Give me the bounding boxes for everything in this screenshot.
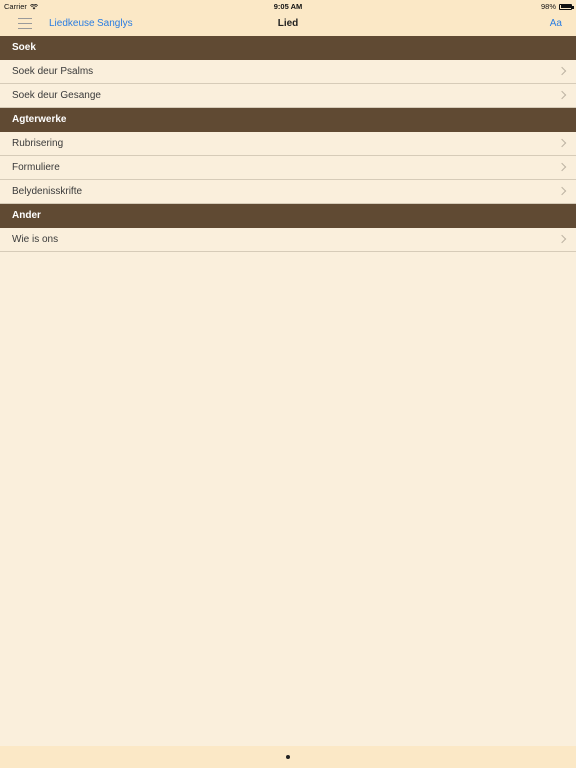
navigation-bar: Liedkeuse Sanglys Lied Aa xyxy=(0,12,576,36)
bottom-bar xyxy=(0,746,576,768)
list-item-label: Wie is ons xyxy=(12,234,59,245)
menu-list: Soek Soek deur Psalms Soek deur Gesange … xyxy=(0,36,576,252)
battery-group: 98% xyxy=(540,2,574,11)
chevron-right-icon xyxy=(557,234,567,244)
chevron-right-icon xyxy=(557,162,567,172)
battery-percent: 98% xyxy=(540,2,556,11)
chevron-right-icon xyxy=(557,66,567,76)
nav-link-liedkeuse[interactable]: Liedkeuse xyxy=(49,18,95,29)
list-item-belydenisskrifte[interactable]: Belydenisskrifte xyxy=(0,180,576,204)
section-header-ander: Ander xyxy=(0,204,576,228)
list-item-gesange[interactable]: Soek deur Gesange xyxy=(0,84,576,108)
clock: 9:05 AM xyxy=(273,2,303,11)
chevron-right-icon xyxy=(557,138,567,148)
list-item-label: Soek deur Psalms xyxy=(12,66,94,77)
font-size-button[interactable]: Aa xyxy=(550,18,562,29)
list-item-formuliere[interactable]: Formuliere xyxy=(0,156,576,180)
page-indicator-dot[interactable] xyxy=(286,755,290,759)
chevron-right-icon xyxy=(557,186,567,196)
section-header-soek: Soek xyxy=(0,36,576,60)
list-item-label: Rubrisering xyxy=(12,138,64,149)
battery-icon xyxy=(559,3,574,10)
list-item-rubrisering[interactable]: Rubrisering xyxy=(0,132,576,156)
hamburger-menu-icon[interactable] xyxy=(18,18,32,29)
list-item-label: Belydenisskrifte xyxy=(12,186,83,197)
section-header-agterwerke: Agterwerke xyxy=(0,108,576,132)
list-item-label: Formuliere xyxy=(12,162,60,173)
list-item-label: Soek deur Gesange xyxy=(12,90,101,101)
nav-link-sanglys[interactable]: Sanglys xyxy=(97,18,133,29)
list-item-psalms[interactable]: Soek deur Psalms xyxy=(0,60,576,84)
status-bar: Carrier 9:05 AM 98% xyxy=(0,0,576,12)
chevron-right-icon xyxy=(557,90,567,100)
list-item-wie-is-ons[interactable]: Wie is ons xyxy=(0,228,576,252)
